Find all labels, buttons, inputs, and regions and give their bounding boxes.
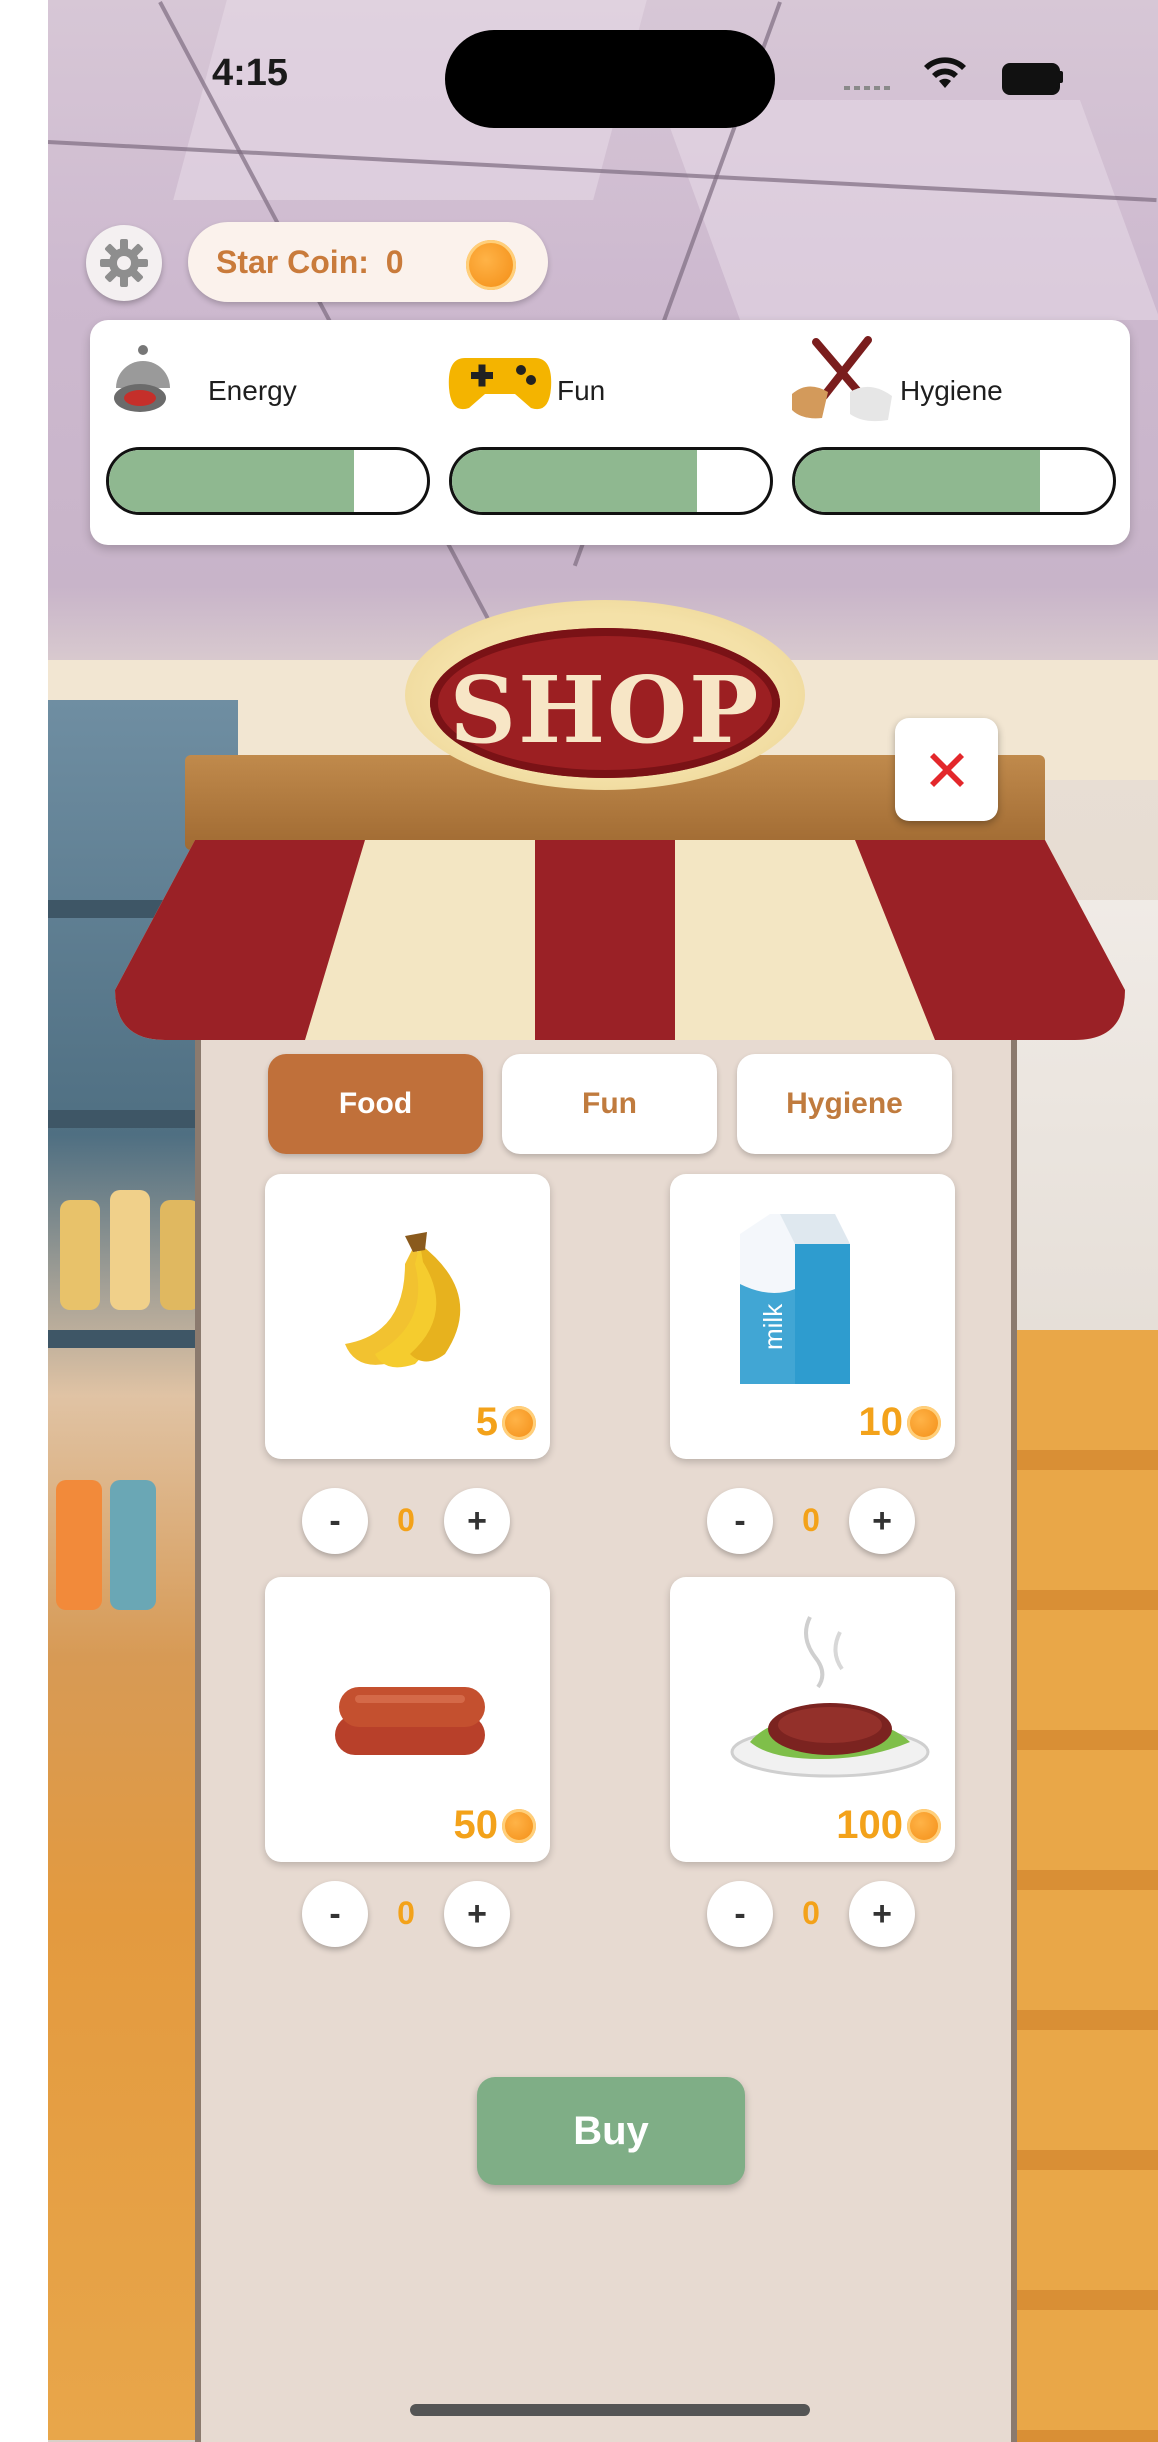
tab-hygiene-label: Hygiene (786, 1087, 903, 1120)
stat-hygiene: Hygiene (776, 320, 1116, 545)
gear-icon (100, 239, 148, 287)
shop-awning (115, 840, 1125, 1040)
shelf-product (56, 1480, 102, 1610)
dynamic-island (445, 30, 775, 128)
ceiling-panel (659, 100, 1158, 320)
tab-hygiene[interactable]: Hygiene (737, 1054, 952, 1154)
buy-button[interactable]: Buy (477, 2077, 745, 2185)
close-button[interactable] (895, 718, 998, 821)
decrement-button[interactable]: - (302, 1488, 368, 1554)
coin-icon (907, 1405, 941, 1440)
broom-icon (792, 336, 892, 422)
quantity-stepper-banana: - 0 + (302, 1488, 522, 1558)
item-price: 5 (476, 1400, 536, 1445)
game-screen: 4:15 Star Coin: 0 Energy Fun Hygiene SHO… (0, 0, 1158, 2442)
coin-icon (907, 1808, 941, 1843)
fun-bar-fill (452, 450, 697, 512)
coin-label: Star Coin: 0 (216, 244, 404, 281)
quantity-value: 0 (802, 1502, 820, 1538)
quantity-stepper-milk: - 0 + (707, 1488, 927, 1558)
increment-button[interactable]: + (444, 1488, 510, 1554)
item-price: 10 (858, 1400, 941, 1445)
increment-button[interactable]: + (849, 1881, 915, 1947)
item-card-milk[interactable]: milk 10 (670, 1174, 955, 1459)
price-value: 10 (858, 1400, 904, 1444)
decrement-button[interactable]: - (707, 1881, 773, 1947)
close-icon (929, 752, 964, 787)
item-price: 50 (453, 1803, 536, 1848)
battery-tip (1058, 71, 1063, 83)
wifi-icon (924, 57, 966, 88)
coin-label-text: Star Coin: (216, 244, 369, 280)
banana-icon (345, 1232, 461, 1368)
milk-carton-icon: milk (740, 1214, 850, 1384)
quantity-value: 0 (397, 1895, 415, 1931)
energy-bar (106, 447, 430, 515)
shelf-product (110, 1480, 156, 1610)
hygiene-bar-fill (795, 450, 1040, 512)
decrement-button[interactable]: - (707, 1488, 773, 1554)
item-card-banana[interactable]: 5 (265, 1174, 550, 1459)
food-cloche-icon (114, 345, 170, 412)
status-time: 4:15 (212, 52, 289, 94)
tab-food[interactable]: Food (268, 1054, 483, 1154)
quantity-value: 0 (802, 1895, 820, 1931)
energy-bar-fill (109, 450, 354, 512)
hygiene-bar (792, 447, 1116, 515)
price-value: 100 (836, 1803, 903, 1847)
stat-fun: Fun (433, 320, 773, 545)
price-value: 5 (475, 1400, 498, 1444)
tab-fun[interactable]: Fun (502, 1054, 717, 1154)
coin-value: 0 (385, 244, 404, 280)
shelf-product (60, 1200, 100, 1310)
signal-dots-icon (844, 86, 894, 90)
decrement-button[interactable]: - (302, 1881, 368, 1947)
gamepad-icon (448, 358, 552, 410)
star-coin-counter: Star Coin: 0 (188, 222, 548, 302)
stat-label-energy: Energy (208, 375, 297, 406)
shop-sign-text: SHOP (449, 656, 761, 764)
screen-edge (0, 0, 48, 2442)
stats-panel: Energy Fun Hygiene (90, 320, 1130, 545)
stat-label-fun: Fun (557, 375, 606, 406)
settings-button[interactable] (86, 225, 162, 301)
item-price: 100 (836, 1803, 941, 1848)
battery-icon (1002, 63, 1060, 95)
item-card-sausage[interactable]: 50 (265, 1577, 550, 1862)
stat-energy: Energy (90, 320, 430, 545)
stat-label-hygiene: Hygiene (900, 375, 1003, 406)
shelf-product (110, 1190, 150, 1310)
sausage-icon (335, 1687, 485, 1755)
home-indicator[interactable] (410, 2404, 810, 2416)
price-value: 50 (453, 1803, 499, 1847)
quantity-stepper-sausage: - 0 + (302, 1881, 522, 1951)
tab-fun-label: Fun (582, 1087, 637, 1120)
coin-icon (502, 1808, 536, 1843)
coin-icon (466, 240, 516, 290)
shelf-product (160, 1200, 200, 1310)
steak-icon (730, 1616, 930, 1778)
svg-text:milk: milk (758, 1303, 788, 1350)
shop-sign: SHOP (430, 628, 780, 778)
fun-bar (449, 447, 773, 515)
item-card-steak[interactable]: 100 (670, 1577, 955, 1862)
quantity-stepper-steak: - 0 + (707, 1881, 927, 1951)
tab-food-label: Food (338, 1087, 413, 1120)
increment-button[interactable]: + (849, 1488, 915, 1554)
quantity-value: 0 (397, 1502, 415, 1538)
increment-button[interactable]: + (444, 1881, 510, 1947)
coin-icon (502, 1405, 536, 1440)
